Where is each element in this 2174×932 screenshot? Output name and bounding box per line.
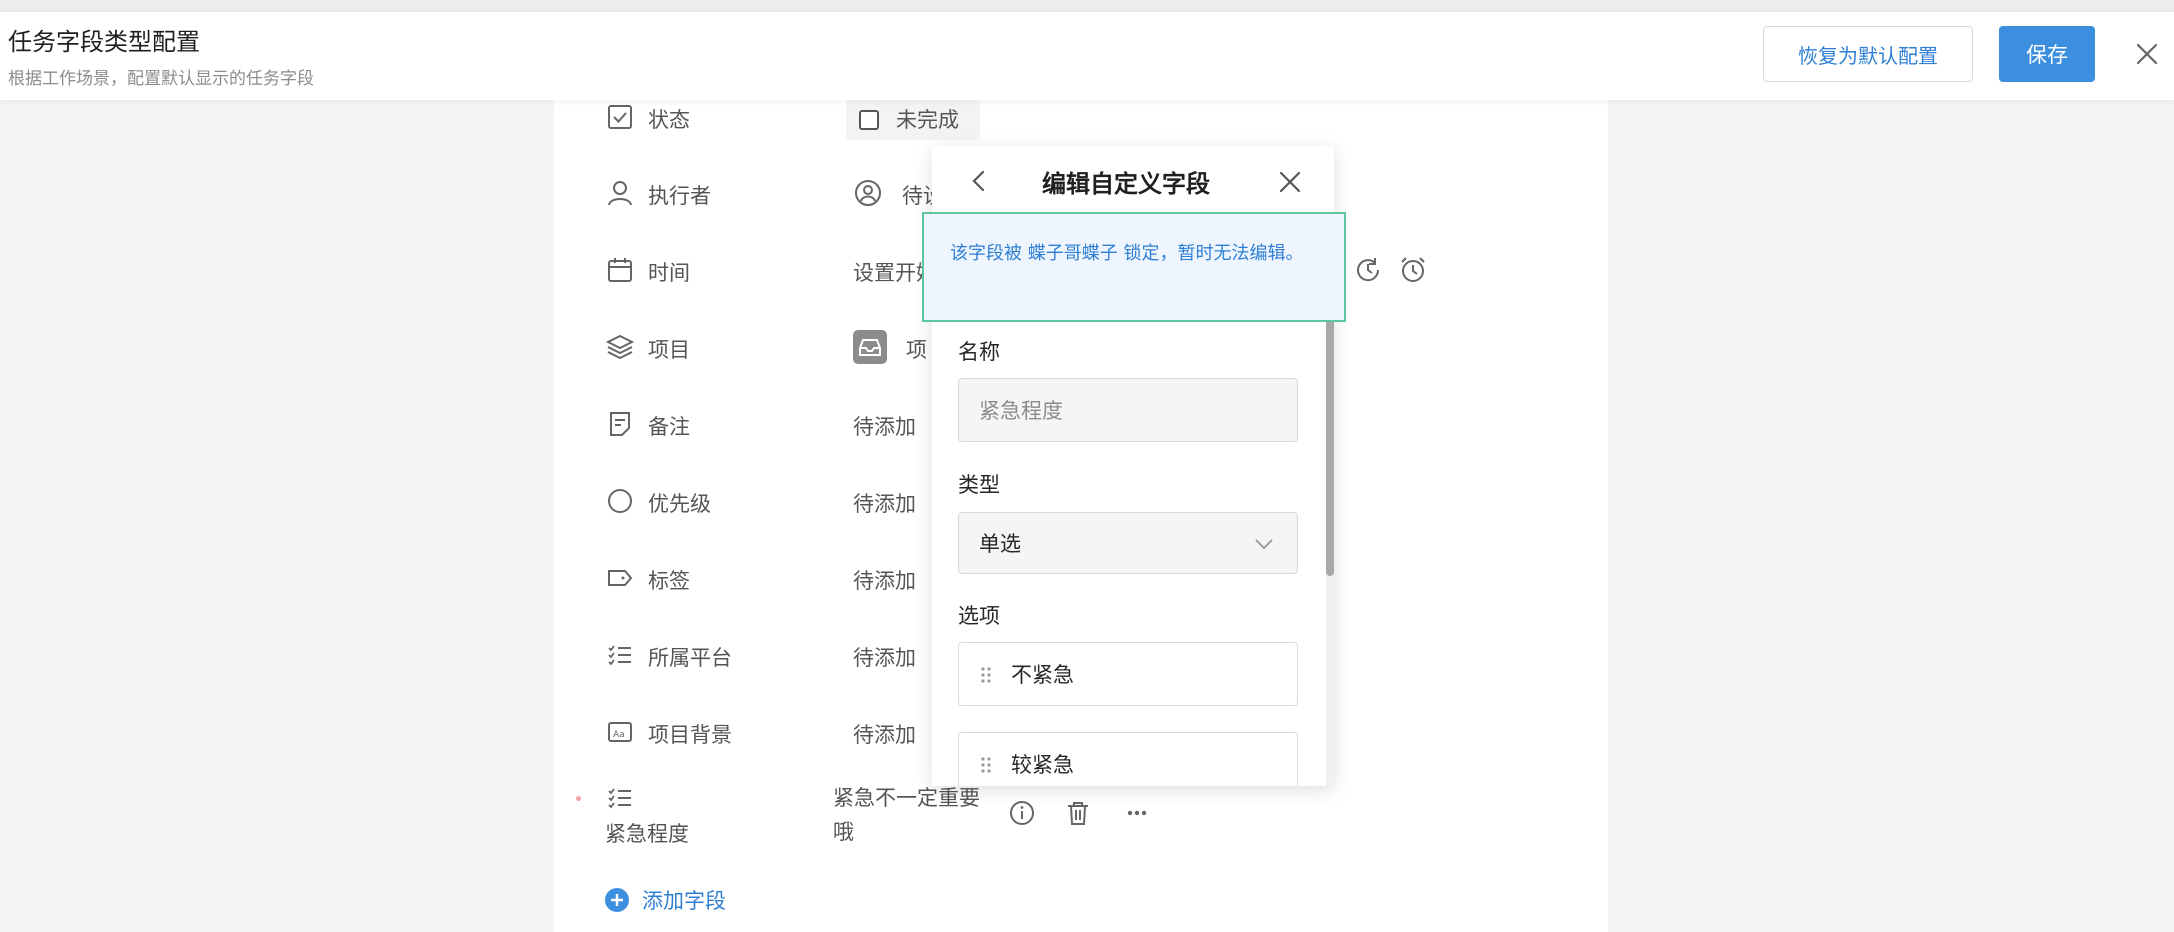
text-box-icon: Aa (605, 717, 635, 747)
field-label-background: 项目背景 (648, 723, 732, 747)
info-icon[interactable] (1007, 798, 1037, 828)
config-header: 任务字段类型配置 根据工作场景，配置默认显示的任务字段 恢复为默认配置 保存 (0, 12, 2174, 100)
required-dot (576, 796, 581, 801)
window-top-strip (0, 0, 2174, 12)
field-label-status: 状态 (648, 108, 690, 132)
field-value-tag[interactable]: 待添加 (853, 565, 916, 595)
page-subtitle: 根据工作场景，配置默认显示的任务字段 (8, 69, 314, 89)
name-input-value: 紧急程度 (979, 399, 1063, 423)
trash-icon[interactable] (1063, 798, 1093, 828)
panel-scrollbar-thumb[interactable] (1326, 316, 1334, 576)
field-label-note: 备注 (648, 415, 690, 439)
type-select[interactable]: 单选 (958, 512, 1298, 574)
more-icon[interactable] (1122, 798, 1152, 828)
locked-notice-text: 该字段被 蝶子哥蝶子 锁定，暂时无法编辑。 (950, 243, 1304, 264)
layers-icon (605, 332, 635, 362)
field-label-urgency: 紧急程度 (605, 822, 689, 846)
field-label-project: 项目 (648, 338, 690, 362)
option-item[interactable]: 较紧急 (958, 732, 1298, 786)
assignee-avatar-icon (853, 178, 883, 208)
options-label: 选项 (958, 604, 1000, 628)
field-value-background[interactable]: 待添加 (853, 719, 916, 749)
option-item-label: 不紧急 (1011, 663, 1074, 687)
name-input[interactable]: 紧急程度 (958, 378, 1298, 442)
status-value-chip[interactable]: 未完成 (846, 100, 980, 140)
option-item-label: 较紧急 (1011, 753, 1074, 777)
page-title: 任务字段类型配置 (8, 28, 200, 56)
field-value-platform[interactable]: 待添加 (853, 642, 916, 672)
drag-handle-icon[interactable] (979, 755, 993, 775)
field-value-note[interactable]: 待添加 (853, 411, 916, 441)
add-circle-icon[interactable] (605, 888, 629, 912)
list-icon (605, 640, 635, 670)
reset-default-button[interactable]: 恢复为默认配置 (1763, 26, 1973, 82)
locked-notice: 该字段被 蝶子哥蝶子 锁定，暂时无法编辑。 (922, 212, 1346, 322)
field-label-assignee: 执行者 (648, 184, 711, 208)
field-value-urgency-line1[interactable]: 紧急不一定重要 (833, 782, 980, 812)
field-label-priority: 优先级 (648, 492, 711, 516)
name-label: 名称 (958, 340, 1000, 364)
circle-icon (605, 486, 635, 516)
status-value: 未完成 (896, 108, 959, 132)
list-icon (605, 783, 635, 813)
alarm-clock-icon[interactable] (1398, 255, 1428, 285)
field-value-project[interactable]: 项 (906, 334, 927, 364)
panel-title: 编辑自定义字段 (1042, 170, 1210, 198)
tag-icon (605, 563, 635, 593)
panel-close-icon[interactable] (1276, 168, 1304, 196)
svg-text:Aa: Aa (613, 730, 625, 740)
chevron-down-icon (1255, 539, 1273, 550)
field-label-time: 时间 (648, 261, 690, 285)
type-label: 类型 (958, 473, 1000, 497)
close-icon[interactable] (2131, 38, 2163, 70)
save-button[interactable]: 保存 (1999, 26, 2095, 82)
field-value-priority[interactable]: 待添加 (853, 488, 916, 518)
unchecked-box-icon (859, 110, 879, 130)
type-select-value: 单选 (979, 532, 1021, 556)
back-chevron-icon[interactable] (966, 168, 992, 194)
calendar-icon (605, 255, 635, 285)
drag-handle-icon[interactable] (979, 665, 993, 685)
checkbox-icon (605, 102, 635, 132)
note-icon (605, 409, 635, 439)
option-item[interactable]: 不紧急 (958, 642, 1298, 706)
inbox-icon (853, 330, 887, 364)
repeat-icon[interactable] (1353, 255, 1383, 285)
field-label-tag: 标签 (648, 569, 690, 593)
user-icon (605, 178, 635, 208)
add-field-button[interactable]: 添加字段 (642, 885, 726, 915)
field-label-platform: 所属平台 (648, 646, 732, 670)
field-value-urgency-line2[interactable]: 哦 (833, 816, 854, 846)
